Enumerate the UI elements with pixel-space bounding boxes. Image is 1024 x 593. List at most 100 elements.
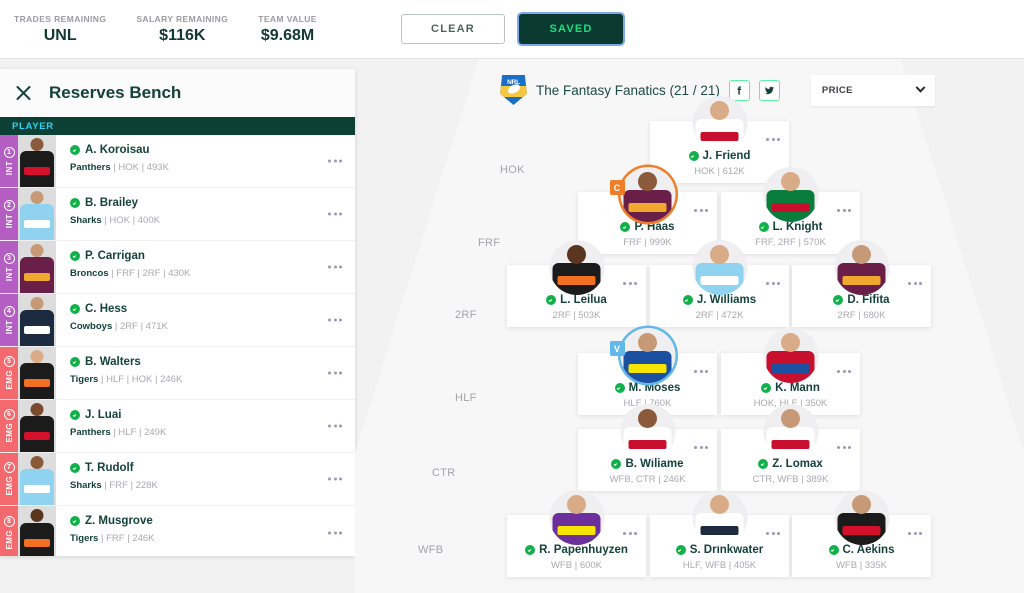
slot-badge: EMG 8 bbox=[0, 506, 18, 556]
status-ok-icon bbox=[70, 463, 80, 473]
stat-value: $9.68M bbox=[260, 26, 315, 44]
row-menu-icon[interactable] bbox=[328, 371, 342, 375]
field-player-card[interactable]: S. Drinkwater HLF, WFB | 405K bbox=[650, 490, 789, 577]
bench-row[interactable]: EMG 5 B. Walters Tigers | HLF | HOK | 246K bbox=[0, 347, 355, 400]
bench-row[interactable]: INT 1 A. Koroisau Panthers | HOK | 493K bbox=[0, 135, 355, 188]
bench-row[interactable]: EMG 6 J. Luai Panthers | HLF | 249K bbox=[0, 400, 355, 453]
player-info: P. Carrigan Broncos | FRF | 2RF | 430K bbox=[56, 241, 355, 293]
player-name: R. Papenhuyzen bbox=[539, 544, 628, 556]
player-name: S. Drinkwater bbox=[689, 544, 764, 556]
card-menu-icon[interactable] bbox=[908, 282, 922, 285]
player-name-row: S. Drinkwater bbox=[675, 544, 764, 556]
row-menu-icon[interactable] bbox=[328, 265, 342, 269]
team-stats: TRADES REMAINING UNL SALARY REMAINING $1… bbox=[0, 14, 317, 45]
card-menu-icon[interactable] bbox=[766, 138, 780, 141]
sort-dropdown[interactable]: PRICE bbox=[810, 74, 935, 106]
player-position-price: | HLF | HOK | 246K bbox=[98, 374, 183, 385]
card-menu-icon[interactable] bbox=[837, 446, 851, 449]
player-name-row: B. Wiliame bbox=[611, 458, 684, 470]
player-meta: Broncos | FRF | 2RF | 430K bbox=[70, 268, 355, 279]
field-player-card[interactable]: B. Wiliame WFB, CTR | 246K bbox=[578, 404, 717, 491]
player-avatar bbox=[692, 240, 747, 295]
card-menu-icon[interactable] bbox=[694, 446, 708, 449]
player-team: Sharks bbox=[70, 480, 102, 491]
card-menu-icon[interactable] bbox=[766, 532, 780, 535]
player-avatar bbox=[620, 167, 675, 222]
player-avatar bbox=[620, 328, 675, 383]
top-bar-actions: CLEAR SAVED bbox=[401, 14, 623, 44]
status-ok-icon bbox=[682, 295, 693, 305]
player-info: B. Walters Tigers | HLF | HOK | 246K bbox=[56, 347, 355, 399]
twitter-share-button[interactable] bbox=[758, 79, 780, 101]
player-team: Broncos bbox=[70, 268, 109, 279]
row-menu-icon[interactable] bbox=[328, 424, 342, 428]
bench-row[interactable]: INT 2 B. Brailey Sharks | HOK | 400K bbox=[0, 188, 355, 241]
field-player-card[interactable]: D. Fifita 2RF | 680K bbox=[792, 240, 931, 327]
player-name: Z. Musgrove bbox=[85, 515, 153, 527]
field-player-card[interactable]: J. Williams 2RF | 472K bbox=[650, 240, 789, 327]
player-name-row: T. Rudolf bbox=[70, 462, 355, 474]
card-menu-icon[interactable] bbox=[694, 209, 708, 212]
player-position-price: | HOK | 493K bbox=[110, 162, 169, 173]
player-meta: HLF, WFB | 405K bbox=[682, 560, 757, 571]
player-meta: Panthers | HOK | 493K bbox=[70, 162, 355, 173]
slot-label: INT bbox=[4, 213, 14, 229]
player-name-row: D. Fifita bbox=[833, 294, 890, 306]
player-meta: WFB | 600K bbox=[550, 560, 603, 571]
player-avatar bbox=[834, 490, 889, 545]
player-name-row: J. Williams bbox=[682, 294, 756, 306]
stat-label: TEAM VALUE bbox=[258, 13, 317, 24]
player-column-header: PLAYER bbox=[0, 117, 355, 135]
status-ok-icon bbox=[833, 295, 844, 305]
bench-row[interactable]: INT 4 C. Hess Cowboys | 2RF | 471K bbox=[0, 294, 355, 347]
row-menu-icon[interactable] bbox=[328, 212, 342, 216]
player-meta: 2RF | 680K bbox=[837, 310, 886, 321]
status-ok-icon bbox=[688, 151, 699, 161]
player-name-row: L. Knight bbox=[758, 221, 822, 233]
player-position-price: | FRF | 228K bbox=[101, 480, 158, 491]
card-menu-icon[interactable] bbox=[623, 282, 637, 285]
chevron-down-icon bbox=[915, 82, 926, 93]
player-name-row: B. Brailey bbox=[70, 197, 355, 209]
position-label-wfb: WFB bbox=[418, 544, 444, 556]
status-ok-icon bbox=[70, 145, 80, 155]
captain-badge: C bbox=[609, 180, 625, 195]
player-avatar bbox=[18, 506, 56, 556]
field-player-card[interactable]: Z. Lomax CTR, WFB | 389K bbox=[721, 404, 860, 491]
row-menu-icon[interactable] bbox=[328, 318, 342, 322]
player-avatar bbox=[18, 347, 56, 399]
card-menu-icon[interactable] bbox=[837, 370, 851, 373]
card-menu-icon[interactable] bbox=[837, 209, 851, 212]
vice-captain-badge: V bbox=[609, 341, 625, 356]
bench-row[interactable]: INT 3 P. Carrigan Broncos | FRF | 2RF | 430… bbox=[0, 241, 355, 294]
row-menu-icon[interactable] bbox=[328, 531, 342, 534]
card-menu-icon[interactable] bbox=[694, 370, 708, 373]
field-player-card[interactable]: R. Papenhuyzen WFB | 600K bbox=[507, 490, 646, 577]
field-player-card[interactable]: L. Leilua 2RF | 503K bbox=[507, 240, 646, 327]
close-icon[interactable] bbox=[13, 83, 33, 103]
row-menu-icon[interactable] bbox=[328, 159, 342, 163]
card-menu-icon[interactable] bbox=[623, 532, 637, 535]
status-ok-icon bbox=[70, 251, 80, 261]
clear-button[interactable]: CLEAR bbox=[401, 14, 505, 44]
logo-text: NRL bbox=[507, 78, 520, 86]
card-menu-icon[interactable] bbox=[766, 282, 780, 285]
player-name: Z. Lomax bbox=[772, 458, 823, 470]
player-name-row: M. Moses bbox=[614, 382, 680, 394]
field-player-card[interactable]: C. Aekins WFB | 335K bbox=[792, 490, 931, 577]
bench-row[interactable]: EMG 7 T. Rudolf Sharks | FRF | 228K bbox=[0, 453, 355, 506]
player-position-price: | FRF | 246K bbox=[98, 533, 155, 544]
row-menu-icon[interactable] bbox=[328, 477, 342, 481]
saved-button[interactable]: SAVED bbox=[519, 14, 623, 44]
slot-number: 2 bbox=[3, 199, 15, 211]
card-menu-icon[interactable] bbox=[908, 532, 922, 535]
player-name-row: Z. Musgrove bbox=[70, 515, 355, 527]
player-name: J. Friend bbox=[702, 150, 751, 162]
player-team: Cowboys bbox=[70, 321, 113, 332]
player-meta: Panthers | HLF | 249K bbox=[70, 427, 355, 438]
player-name: K. Mann bbox=[775, 382, 820, 394]
status-ok-icon bbox=[675, 545, 686, 555]
slot-label: EMG bbox=[4, 529, 14, 550]
bench-row[interactable]: EMG 8 Z. Musgrove Tigers | FRF | 246K bbox=[0, 506, 355, 556]
player-name: B. Walters bbox=[85, 356, 141, 368]
